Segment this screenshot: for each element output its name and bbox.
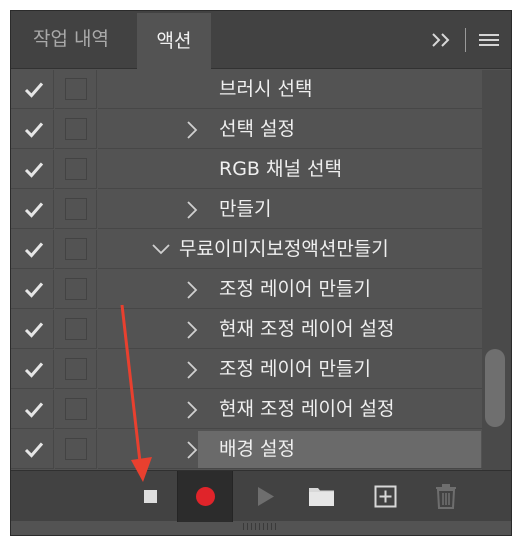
dialog-toggle-box[interactable]: [65, 198, 87, 220]
action-name-cell[interactable]: 현재 조정 레이어 설정: [98, 390, 482, 429]
toggle-item-cell[interactable]: [11, 110, 54, 149]
action-name-cell[interactable]: 조정 레이어 만들기: [98, 270, 482, 309]
action-row[interactable]: 조정 레이어 만들기: [11, 270, 482, 310]
dialog-toggle-box[interactable]: [65, 238, 87, 260]
action-row[interactable]: 선택 설정: [11, 110, 482, 150]
panel-collapse-icon[interactable]: [430, 29, 454, 51]
checkmark-icon[interactable]: [24, 121, 44, 138]
chevron-right-icon[interactable]: [186, 120, 198, 140]
dialog-toggle-cell[interactable]: [55, 150, 97, 189]
dialog-toggle-cell[interactable]: [55, 190, 97, 229]
record-icon[interactable]: [177, 471, 233, 522]
action-name-cell[interactable]: RGB 채널 선택: [98, 150, 482, 189]
dialog-toggle-cell[interactable]: [55, 310, 97, 349]
toggle-item-cell[interactable]: [11, 270, 54, 309]
toggle-item-cell[interactable]: [11, 310, 54, 349]
action-row[interactable]: 현재 조정 레이어 설정: [11, 310, 482, 350]
checkmark-icon[interactable]: [24, 441, 44, 458]
action-label: 현재 조정 레이어 설정: [219, 318, 395, 340]
checkmark-icon[interactable]: [24, 401, 44, 418]
dialog-toggle-cell[interactable]: [55, 110, 97, 149]
tab-actions[interactable]: 액션: [137, 13, 211, 70]
dialog-toggle-box[interactable]: [65, 118, 87, 140]
action-label: RGB 채널 선택: [219, 158, 342, 180]
action-name-cell[interactable]: 선택 설정: [98, 110, 482, 149]
dialog-toggle-box[interactable]: [65, 318, 87, 340]
action-name-cell[interactable]: 현재 조정 레이어 설정: [98, 310, 482, 349]
action-name-cell[interactable]: 조정 레이어 만들기: [98, 350, 482, 389]
toggle-item-cell[interactable]: [11, 430, 54, 469]
action-label: 브러시 선택: [219, 78, 313, 100]
panel-tab-bar: 작업 내역 액션: [11, 11, 511, 70]
dialog-toggle-box[interactable]: [65, 358, 87, 380]
scrollbar-thumb[interactable]: [485, 349, 505, 427]
trash-icon[interactable]: [429, 471, 463, 522]
checkmark-icon[interactable]: [24, 361, 44, 378]
toggle-item-cell[interactable]: [11, 190, 54, 229]
checkmark-icon[interactable]: [24, 81, 44, 98]
toggle-item-cell[interactable]: [11, 350, 54, 389]
dialog-toggle-box[interactable]: [65, 78, 87, 100]
action-label: 만들기: [219, 198, 272, 220]
dialog-toggle-cell[interactable]: [55, 70, 97, 109]
chevron-right-icon[interactable]: [186, 360, 198, 380]
checkmark-icon[interactable]: [24, 321, 44, 338]
dialog-toggle-cell[interactable]: [55, 350, 97, 389]
chevron-down-icon[interactable]: [151, 242, 171, 256]
action-label: 선택 설정: [219, 118, 295, 140]
action-name-cell[interactable]: 무료이미지보정액션만들기: [98, 230, 482, 269]
action-label: 현재 조정 레이어 설정: [219, 398, 395, 420]
action-label: 무료이미지보정액션만들기: [179, 238, 389, 260]
chevron-right-icon[interactable]: [186, 400, 198, 420]
dialog-toggle-cell[interactable]: [55, 270, 97, 309]
panel-resize-grip[interactable]: [239, 521, 283, 533]
panel-menu-area: [425, 11, 511, 69]
play-icon[interactable]: [249, 471, 283, 522]
toggle-item-cell[interactable]: [11, 70, 54, 109]
dialog-toggle-box[interactable]: [65, 158, 87, 180]
action-row[interactable]: 브러시 선택: [11, 70, 482, 110]
chevron-right-icon[interactable]: [186, 440, 198, 460]
tab-divider: [465, 28, 466, 52]
new-action-icon[interactable]: [369, 471, 403, 522]
chevron-right-icon[interactable]: [186, 200, 198, 220]
action-row[interactable]: RGB 채널 선택: [11, 150, 482, 190]
action-label: 조정 레이어 만들기: [219, 358, 371, 380]
tab-history[interactable]: 작업 내역: [11, 11, 131, 69]
toggle-item-cell[interactable]: [11, 150, 54, 189]
action-label: 배경 설정: [219, 438, 295, 460]
action-label: 조정 레이어 만들기: [219, 278, 371, 300]
toggle-item-cell[interactable]: [11, 230, 54, 269]
action-name-cell[interactable]: 브러시 선택: [98, 70, 482, 109]
toggle-item-cell[interactable]: [11, 390, 54, 429]
checkmark-icon[interactable]: [24, 241, 44, 258]
checkmark-icon[interactable]: [24, 161, 44, 178]
action-row[interactable]: 무료이미지보정액션만들기: [11, 230, 482, 270]
dialog-toggle-cell[interactable]: [55, 430, 97, 469]
dialog-toggle-box[interactable]: [65, 398, 87, 420]
dialog-toggle-cell[interactable]: [55, 230, 97, 269]
action-name-cell[interactable]: 배경 설정: [98, 430, 482, 469]
checkmark-icon[interactable]: [24, 201, 44, 218]
action-list: 브러시 선택선택 설정 RGB 채널 선택만들기무료이미지보정액션만들기조정 레이…: [11, 70, 482, 470]
action-row[interactable]: 배경 설정: [11, 430, 482, 470]
dialog-toggle-box[interactable]: [65, 278, 87, 300]
folder-icon[interactable]: [305, 471, 339, 522]
hamburger-menu-icon[interactable]: [479, 30, 501, 50]
dialog-toggle-box[interactable]: [65, 438, 87, 460]
action-row[interactable]: 만들기: [11, 190, 482, 230]
actions-toolbar: [11, 470, 511, 522]
action-row[interactable]: 조정 레이어 만들기: [11, 350, 482, 390]
dialog-toggle-cell[interactable]: [55, 390, 97, 429]
action-name-cell[interactable]: 만들기: [98, 190, 482, 229]
actions-panel: 작업 내역 액션 브러시 선택선택 설정 RGB 채널 선택만들기무료이미지보정액…: [10, 10, 512, 536]
chevron-right-icon[interactable]: [186, 320, 198, 340]
stop-icon[interactable]: [129, 471, 173, 522]
chevron-right-icon[interactable]: [186, 280, 198, 300]
action-row[interactable]: 현재 조정 레이어 설정: [11, 390, 482, 430]
checkmark-icon[interactable]: [24, 281, 44, 298]
